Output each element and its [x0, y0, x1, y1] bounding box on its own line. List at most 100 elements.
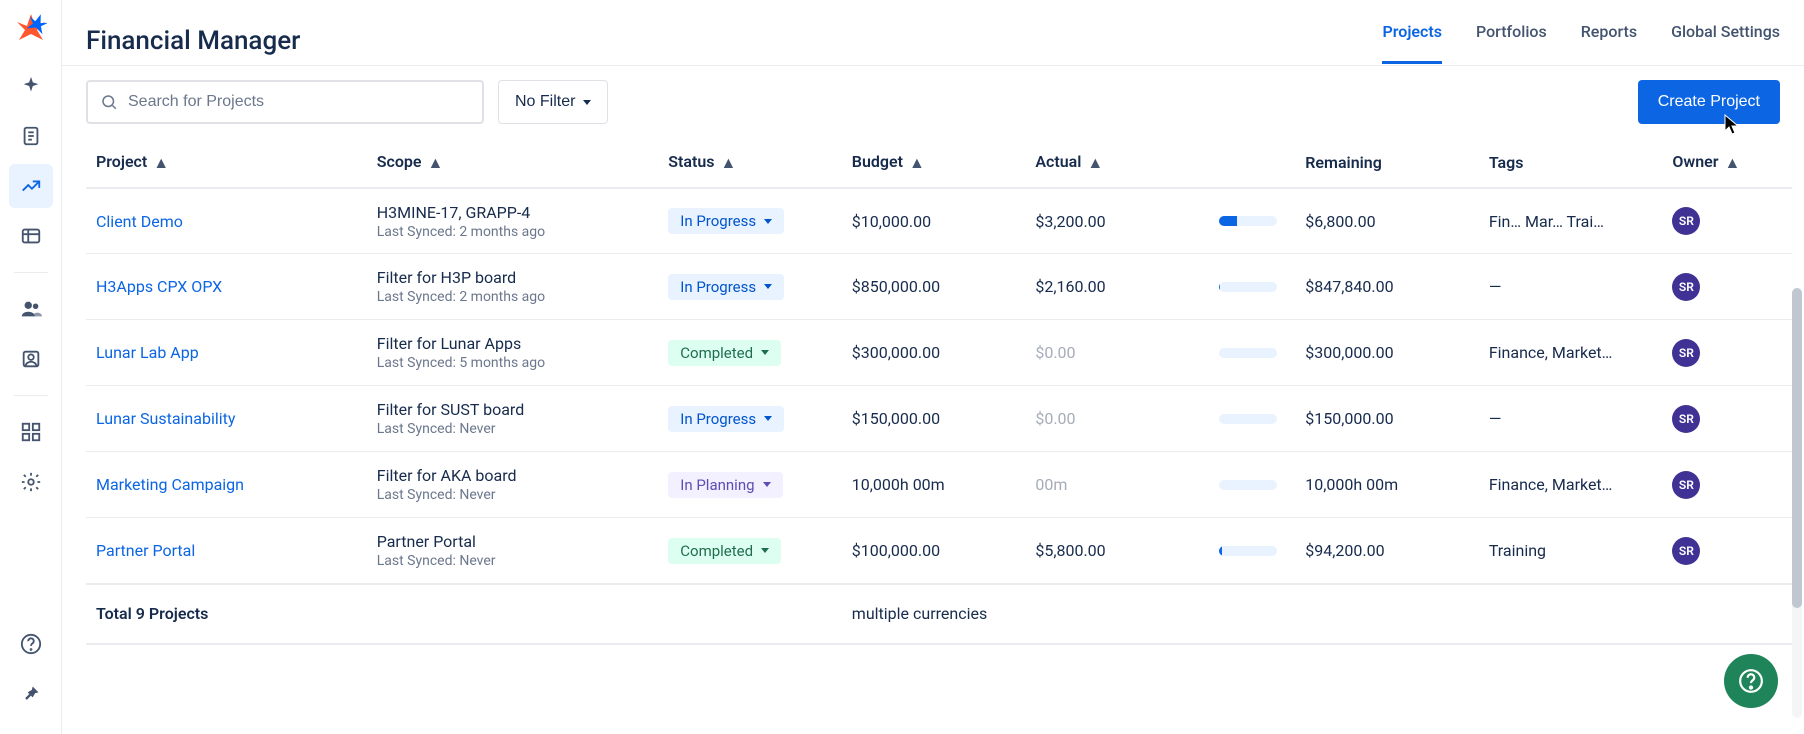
tab-portfolios[interactable]: Portfolios: [1476, 22, 1547, 61]
progress-bar: [1219, 414, 1277, 424]
scope-text: Filter for SUST board: [377, 400, 649, 419]
project-link[interactable]: H3Apps CPX OPX: [96, 277, 222, 296]
tags-cell: Finance, Market…: [1479, 320, 1663, 386]
table-row: Marketing CampaignFilter for AKA boardLa…: [86, 452, 1792, 518]
filter-label: No Filter: [515, 93, 575, 111]
nav-pin-icon[interactable]: [9, 672, 53, 716]
budget-cell: $850,000.00: [842, 254, 1026, 320]
table-row: Lunar Lab App Filter for Lunar Apps Last S…: [86, 320, 1792, 386]
scope-synced: Last Synced: 2 months ago: [377, 289, 649, 305]
actual-cell: $0.00: [1025, 386, 1209, 452]
nav-spark-icon[interactable]: [9, 64, 53, 108]
remaining-cell: $300,000.00: [1295, 320, 1479, 386]
tags-cell: —: [1479, 386, 1663, 452]
sidebar: [0, 0, 62, 734]
owner-avatar[interactable]: SR: [1672, 405, 1700, 433]
project-link[interactable]: Partner Portal: [96, 541, 195, 560]
tags-cell: Finance, Market…: [1479, 452, 1663, 518]
tab-global-settings[interactable]: Global Settings: [1671, 22, 1780, 61]
progress-bar: [1219, 546, 1277, 556]
status-pill[interactable]: In Progress: [668, 406, 784, 432]
remaining-cell: $150,000.00: [1295, 386, 1479, 452]
tab-projects[interactable]: Projects: [1382, 22, 1442, 64]
status-pill[interactable]: In Planning: [668, 472, 782, 498]
scope-text: Partner Portal: [377, 532, 649, 551]
scope-synced: Last Synced: 5 months ago: [377, 355, 649, 371]
total-label: Total 9 Projects: [86, 584, 842, 644]
project-link[interactable]: Marketing Campaign: [96, 475, 244, 494]
nav-settings-icon[interactable]: [9, 460, 53, 504]
sort-icon: ▲: [1725, 153, 1741, 173]
col-tags[interactable]: Tags: [1479, 138, 1663, 188]
help-fab[interactable]: [1724, 654, 1778, 708]
col-status[interactable]: Status▲: [658, 138, 842, 188]
scope-text: H3MINE-17, GRAPP-4: [377, 203, 649, 222]
col-owner[interactable]: Owner▲: [1662, 138, 1792, 188]
tags-cell: —: [1479, 254, 1663, 320]
col-progress: [1209, 138, 1295, 188]
col-actual[interactable]: Actual▲: [1025, 138, 1209, 188]
nav-doc-icon[interactable]: [9, 114, 53, 158]
scope-synced: Last Synced: Never: [377, 421, 649, 437]
col-scope[interactable]: Scope▲: [367, 138, 659, 188]
projects-table: Project▲ Scope▲ Status▲ Budget▲ Actual▲ …: [86, 138, 1792, 645]
progress-bar: [1219, 480, 1277, 490]
col-budget[interactable]: Budget▲: [842, 138, 1026, 188]
sort-icon: ▲: [909, 153, 925, 173]
sort-icon: ▲: [153, 153, 169, 173]
actual-cell: $5,800.00: [1025, 518, 1209, 584]
chevron-down-icon: [764, 284, 772, 289]
nav-person-icon[interactable]: [9, 337, 53, 381]
table-row: Client Demo H3MINE-17, GRAPP-4 Last Synced…: [86, 188, 1792, 254]
nav-table-icon[interactable]: [9, 214, 53, 258]
project-link[interactable]: Lunar Lab App: [96, 343, 199, 362]
owner-avatar[interactable]: SR: [1672, 339, 1700, 367]
status-pill[interactable]: In Progress: [668, 208, 784, 234]
chevron-down-icon: [761, 548, 769, 553]
status-pill[interactable]: In Progress: [668, 274, 784, 300]
owner-avatar[interactable]: SR: [1672, 273, 1700, 301]
create-project-button[interactable]: Create Project: [1638, 80, 1780, 124]
chevron-down-icon: [583, 100, 591, 105]
search-input[interactable]: [128, 93, 470, 111]
budget-cell: $100,000.00: [842, 518, 1026, 584]
status-pill[interactable]: Completed: [668, 538, 781, 564]
budget-cell: $10,000.00: [842, 188, 1026, 254]
tags-cell: Training: [1479, 518, 1663, 584]
project-link[interactable]: Client Demo: [96, 212, 183, 231]
actual-cell: $0.00: [1025, 320, 1209, 386]
tabs: Projects Portfolios Reports Global Setti…: [1382, 16, 1780, 65]
tab-reports[interactable]: Reports: [1581, 22, 1637, 61]
progress-bar: [1219, 282, 1277, 292]
budget-cell: 10,000h 00m: [842, 452, 1026, 518]
app-logo[interactable]: [13, 10, 49, 46]
scrollbar[interactable]: [1792, 288, 1802, 718]
page-title: Financial Manager: [86, 26, 300, 56]
scope-text: Filter for Lunar Apps: [377, 334, 649, 353]
actual-cell: $2,160.00: [1025, 254, 1209, 320]
table-row: Partner Portal Partner Portal Last Synced:…: [86, 518, 1792, 584]
nav-financials-icon[interactable]: [9, 164, 53, 208]
filter-button[interactable]: No Filter: [498, 80, 608, 124]
nav-people-icon[interactable]: [9, 287, 53, 331]
nav-apps-icon[interactable]: [9, 410, 53, 454]
scope-synced: Last Synced: Never: [377, 553, 649, 569]
owner-avatar[interactable]: SR: [1672, 471, 1700, 499]
sort-icon: ▲: [721, 153, 737, 173]
budget-cell: $150,000.00: [842, 386, 1026, 452]
nav-help-icon[interactable]: [9, 622, 53, 666]
chevron-down-icon: [764, 219, 772, 224]
scope-synced: Last Synced: 2 months ago: [377, 224, 649, 240]
status-pill[interactable]: Completed: [668, 340, 781, 366]
search-box[interactable]: [86, 80, 484, 124]
owner-avatar[interactable]: SR: [1672, 207, 1700, 235]
chevron-down-icon: [763, 482, 771, 487]
col-project[interactable]: Project▲: [86, 138, 367, 188]
chevron-down-icon: [764, 416, 772, 421]
toolbar: No Filter Create Project: [62, 66, 1804, 138]
project-link[interactable]: Lunar Sustainability: [96, 409, 235, 428]
owner-avatar[interactable]: SR: [1672, 537, 1700, 565]
col-remaining[interactable]: Remaining: [1295, 138, 1479, 188]
sort-icon: ▲: [1087, 153, 1103, 173]
progress-bar: [1219, 348, 1277, 358]
